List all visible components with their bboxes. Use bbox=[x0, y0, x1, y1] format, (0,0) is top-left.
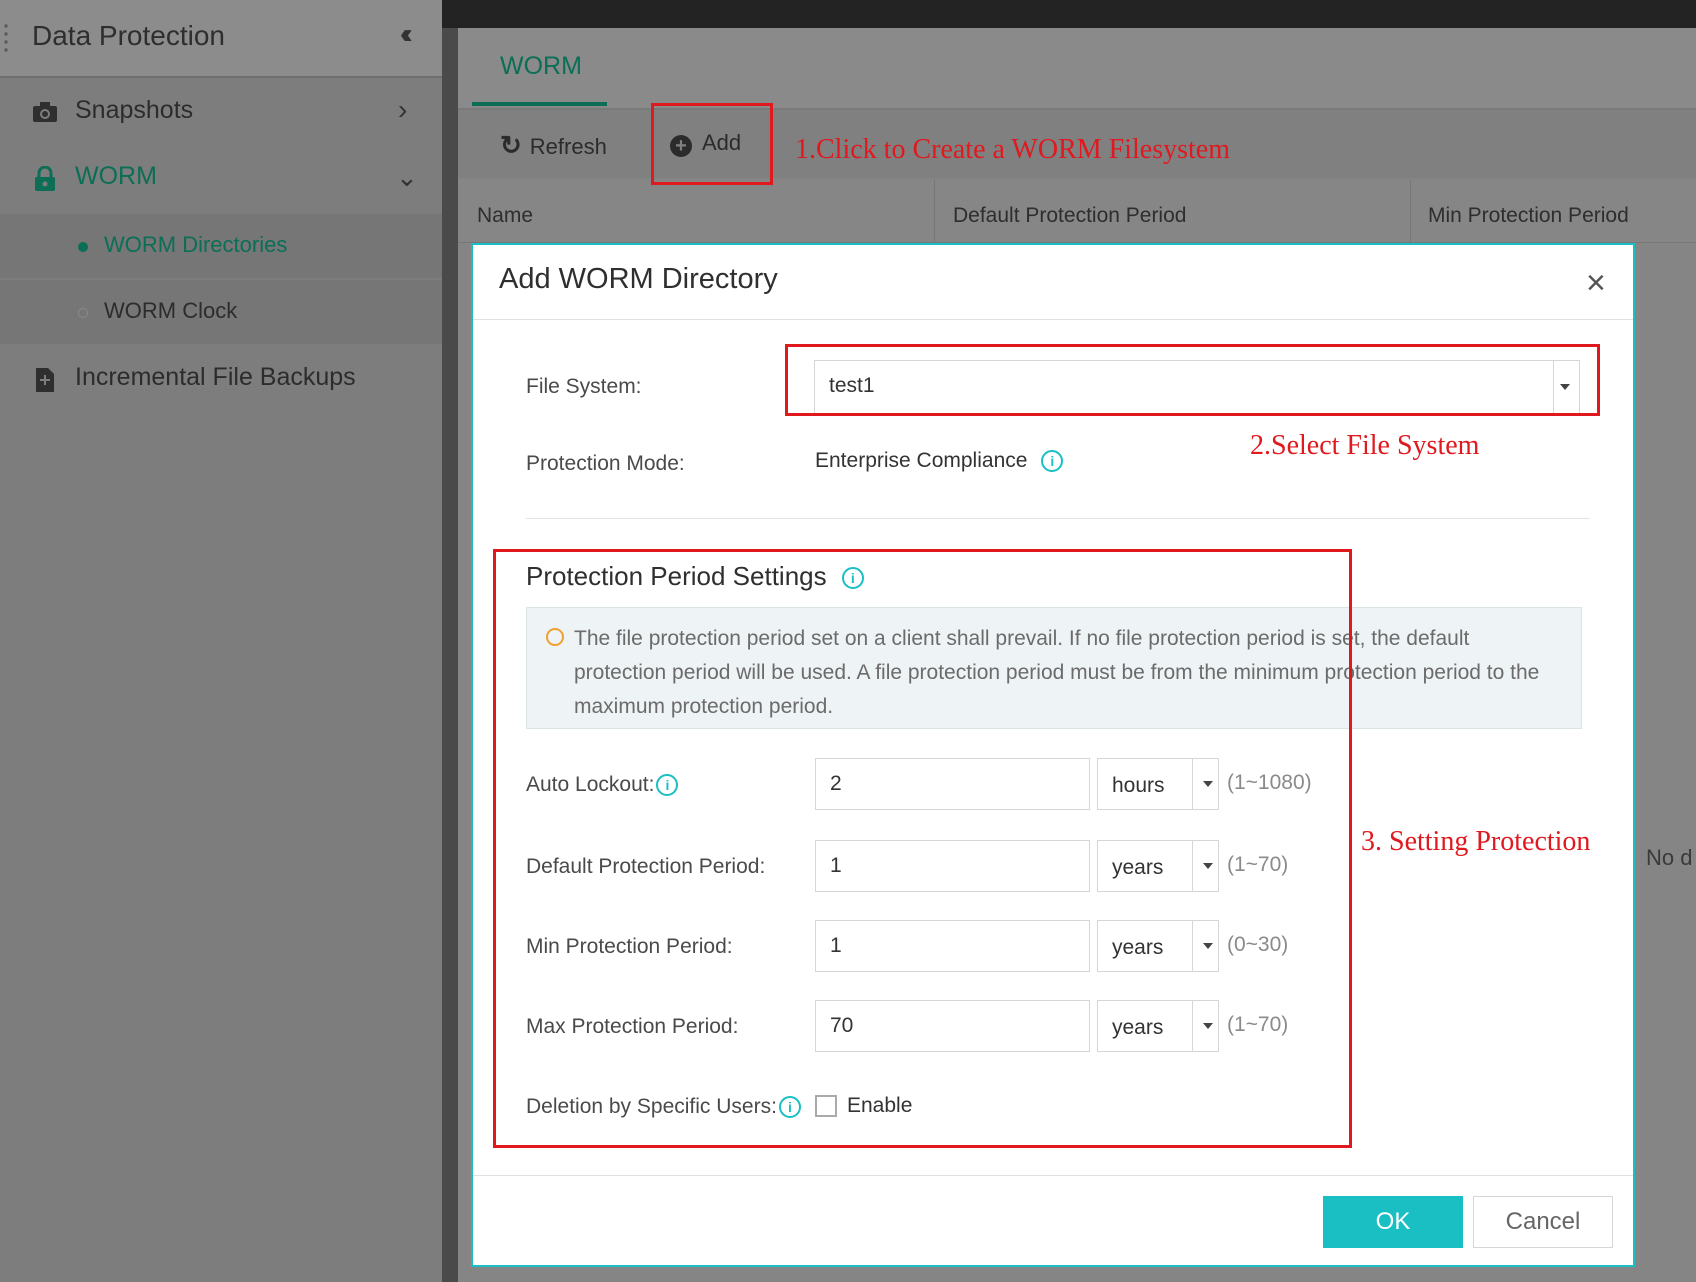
sidebar-title: Data Protection bbox=[32, 20, 225, 51]
file-icon bbox=[36, 368, 54, 392]
tab-active-indicator bbox=[472, 102, 607, 106]
top-bar bbox=[442, 0, 1696, 28]
column-divider bbox=[934, 180, 935, 242]
annotation-step1: 1.Click to Create a WORM Filesystem bbox=[795, 134, 1230, 165]
sidebar-item-snapshots[interactable]: Snapshots › bbox=[0, 80, 442, 144]
collapse-sidebar-icon[interactable]: ‹‹ bbox=[400, 18, 412, 50]
protection-mode-value: Enterprise Compliance i bbox=[815, 449, 1064, 473]
column-header-min-protection[interactable]: Min Protection Period bbox=[1428, 204, 1629, 228]
camera-icon bbox=[33, 102, 57, 122]
dialog-footer-divider bbox=[473, 1175, 1633, 1176]
protection-mode-text: Enterprise Compliance bbox=[815, 449, 1028, 472]
sidebar-subitem-label: WORM Clock bbox=[104, 298, 238, 323]
column-header-name[interactable]: Name bbox=[477, 204, 533, 228]
sidebar-item-incremental-file-backups[interactable]: Incremental File Backups bbox=[0, 347, 442, 411]
annotation-step3: 3. Setting Protection bbox=[1361, 826, 1591, 857]
sidebar-item-label: WORM bbox=[75, 162, 157, 190]
refresh-button[interactable]: ↻ Refresh bbox=[500, 130, 607, 161]
chevron-down-icon: ⌄ bbox=[396, 162, 418, 192]
annotation-box-file-system bbox=[785, 344, 1600, 416]
sidebar-subitem-worm-clock[interactable]: WORM Clock bbox=[0, 280, 442, 344]
tab-bar bbox=[458, 28, 1696, 110]
chevron-right-icon: › bbox=[398, 94, 408, 125]
annotation-step2: 2.Select File System bbox=[1250, 430, 1480, 461]
column-divider bbox=[1410, 180, 1411, 242]
refresh-label: Refresh bbox=[529, 134, 607, 159]
info-icon[interactable]: i bbox=[1041, 450, 1064, 473]
annotation-box-protection-settings bbox=[493, 549, 1352, 1148]
sidebar-item-worm[interactable]: WORM ⌄ bbox=[0, 146, 442, 210]
protection-mode-label: Protection Mode: bbox=[526, 452, 685, 475]
section-divider bbox=[526, 518, 1590, 519]
sidebar-subitem-worm-directories[interactable]: WORM Directories bbox=[0, 214, 442, 278]
close-icon[interactable]: × bbox=[1586, 266, 1606, 300]
inactive-dot-icon bbox=[78, 308, 88, 318]
column-header-default-protection[interactable]: Default Protection Period bbox=[953, 204, 1186, 228]
active-dot-icon bbox=[78, 242, 88, 252]
tab-worm[interactable]: WORM bbox=[500, 52, 582, 81]
sidebar-item-label: Snapshots bbox=[75, 96, 194, 124]
sidebar-item-label: Incremental File Backups bbox=[75, 363, 356, 391]
sidebar-subitem-label: WORM Directories bbox=[104, 232, 288, 257]
ok-button[interactable]: OK bbox=[1323, 1196, 1463, 1248]
dialog-header-divider bbox=[473, 319, 1633, 320]
refresh-icon: ↻ bbox=[500, 130, 522, 160]
no-data-text: No d bbox=[1646, 845, 1693, 870]
cancel-button[interactable]: Cancel bbox=[1473, 1196, 1613, 1248]
lock-icon bbox=[35, 166, 55, 191]
dialog-title: Add WORM Directory bbox=[499, 263, 778, 295]
file-system-label: File System: bbox=[526, 375, 642, 398]
drag-handle-icon[interactable] bbox=[4, 22, 8, 54]
annotation-box-add bbox=[651, 103, 773, 185]
